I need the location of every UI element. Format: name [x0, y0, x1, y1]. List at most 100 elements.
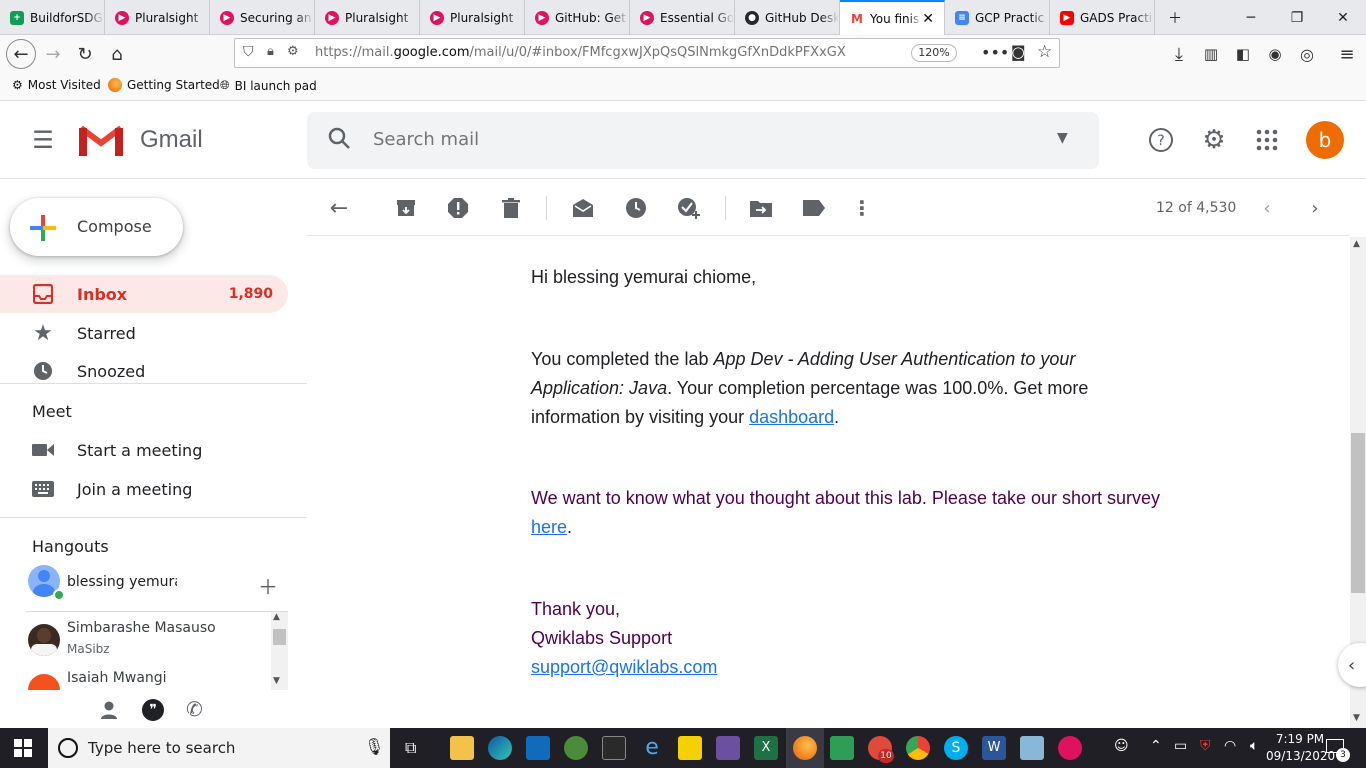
menu-icon[interactable]: ≡	[1332, 39, 1362, 69]
bookmark-star-icon[interactable]: ☆	[1037, 42, 1052, 62]
people-icon[interactable]: ☺	[1114, 738, 1129, 754]
shield-icon[interactable]: ⛉	[243, 44, 254, 60]
library-icon[interactable]: ▥	[1196, 39, 1226, 69]
apps-icon[interactable]	[1247, 120, 1287, 160]
search-icon[interactable]	[327, 126, 353, 152]
clock-time[interactable]: 7:19 PM	[1272, 732, 1328, 746]
contact-list-scrollbar[interactable]: ▲ ▼	[271, 612, 288, 690]
r-app-icon[interactable]	[602, 736, 626, 760]
bookmark-bi-launch-pad[interactable]: 🌐︎ BI launch pad	[220, 78, 317, 93]
browser-tab[interactable]: ▶ GADS Practi	[1050, 0, 1155, 35]
contacts-tab-icon[interactable]	[98, 699, 120, 721]
report-spam-icon[interactable]	[443, 193, 473, 223]
more-options-icon[interactable]: ⋮	[847, 193, 877, 223]
wifi-icon[interactable]: ◠	[1224, 738, 1236, 754]
new-tab-icon[interactable]: ＋	[1152, 0, 1198, 35]
minimize-window-icon[interactable]: ─	[1228, 0, 1274, 35]
security-icon[interactable]: ⛨	[1200, 738, 1211, 754]
bookmark-most-visited[interactable]: ⚙ Most Visited	[12, 78, 101, 92]
mark-unread-icon[interactable]	[568, 193, 598, 223]
app-icon[interactable]	[564, 736, 588, 760]
move-to-icon[interactable]	[746, 193, 776, 223]
close-tab-icon[interactable]: ✕	[922, 11, 934, 27]
join-meeting-item[interactable]: Join a meeting	[0, 470, 288, 508]
search-bar[interactable]: ▼	[307, 112, 1099, 169]
battery-icon[interactable]: ▭	[1174, 738, 1187, 754]
file-explorer-icon[interactable]	[450, 736, 474, 760]
forward-icon[interactable]: →	[38, 39, 68, 69]
app-icon[interactable]	[716, 736, 740, 760]
home-icon[interactable]: ⌂	[102, 39, 132, 69]
lock-icon[interactable]: 🔒︎	[267, 44, 274, 59]
search-options-icon[interactable]: ▼	[1057, 130, 1068, 146]
compose-button[interactable]: Compose	[10, 198, 183, 256]
browser-tab[interactable]: ▶ Securing an	[210, 0, 315, 35]
account-icon[interactable]: ◎	[1292, 39, 1322, 69]
extension-icon[interactable]: ◉	[1260, 39, 1290, 69]
newer-message-icon[interactable]: ‹	[1252, 193, 1282, 223]
downloads-icon[interactable]: ⤓	[1164, 39, 1194, 69]
settings-icon[interactable]: ⚙	[1194, 120, 1234, 160]
pluralsight-icon[interactable]	[1058, 736, 1082, 760]
browser-tab[interactable]: ≡ GCP Practic	[945, 0, 1050, 35]
firefox-taskbar-active[interactable]	[786, 728, 824, 768]
snooze-icon[interactable]	[621, 193, 651, 223]
browser-tab[interactable]: ▶ Pluralsight	[420, 0, 525, 35]
internet-explorer-icon[interactable]: e	[640, 736, 664, 760]
label-icon[interactable]	[799, 193, 829, 223]
contact-item[interactable]: Simbarashe Masauso MaSibz	[26, 620, 270, 666]
reload-icon[interactable]: ↻	[70, 39, 100, 69]
edge-icon[interactable]	[488, 736, 512, 760]
url-bar[interactable]: ⛉ 🔒︎ ⚙︎ https://mail.google.com/mail/u/0…	[234, 38, 1060, 68]
browser-tab-active[interactable]: M You finis ✕	[840, 0, 945, 35]
browser-tab[interactable]: ▶ Pluralsight	[105, 0, 210, 35]
back-icon[interactable]: ←	[6, 39, 36, 69]
app-icon[interactable]	[1020, 736, 1044, 760]
contact-item[interactable]: Isaiah Mwangi	[26, 670, 270, 690]
search-input[interactable]	[373, 129, 973, 150]
restore-window-icon[interactable]: ❐	[1274, 0, 1320, 35]
clock-date[interactable]: 09/13/2020	[1266, 749, 1335, 763]
volume-icon[interactable]: 🔈︎	[1250, 738, 1258, 754]
show-hidden-icons-icon[interactable]: ⌃	[1150, 738, 1162, 754]
older-message-icon[interactable]: ›	[1300, 193, 1330, 223]
sidebar-item-inbox[interactable]: Inbox 1,890	[0, 275, 288, 313]
avatar[interactable]: b	[1306, 121, 1344, 159]
outlook-icon[interactable]	[526, 736, 550, 760]
gmail-logo-text[interactable]: Gmail	[140, 126, 203, 154]
browser-tab[interactable]: ▶ Pluralsight	[315, 0, 420, 35]
add-hangout-icon[interactable]: ＋	[258, 571, 278, 600]
dashboard-link[interactable]: dashboard	[749, 407, 834, 427]
windows-start-icon[interactable]	[14, 739, 32, 757]
taskbar-search-box[interactable]: Type here to search 🎙︎	[48, 728, 390, 768]
browser-tab[interactable]: ▶ GitHub: Get	[525, 0, 630, 35]
permissions-icon[interactable]: ⚙︎	[287, 44, 299, 59]
pocket-icon[interactable]: ◙	[1011, 43, 1026, 61]
sticky-notes-icon[interactable]	[678, 736, 702, 760]
page-actions-icon[interactable]: •••	[981, 43, 1009, 62]
support-email-link[interactable]: support@qwiklabs.com	[531, 657, 717, 677]
conversations-tab-icon[interactable]: ❞	[142, 699, 164, 721]
start-meeting-item[interactable]: Start a meeting	[0, 431, 288, 469]
main-menu-icon[interactable]: ☰	[23, 120, 63, 160]
app-icon[interactable]	[830, 736, 854, 760]
sidebar-item-snoozed[interactable]: Snoozed	[0, 352, 288, 390]
close-window-icon[interactable]: ✕	[1320, 0, 1366, 35]
task-view-icon[interactable]: ⧉	[405, 738, 416, 758]
excel-icon[interactable]: X	[754, 736, 778, 760]
archive-icon[interactable]	[391, 193, 421, 223]
back-to-inbox-icon[interactable]: ←	[324, 193, 354, 223]
hangouts-user-name[interactable]: blessing yemurai	[67, 574, 177, 590]
delete-icon[interactable]	[496, 193, 526, 223]
chrome-icon[interactable]	[906, 736, 930, 760]
word-icon[interactable]: W	[982, 736, 1006, 760]
survey-link[interactable]: here	[531, 517, 567, 537]
bookmark-getting-started[interactable]: Getting Started	[108, 78, 220, 92]
phone-tab-icon[interactable]: ✆	[186, 697, 203, 721]
zoom-level[interactable]: 120%	[911, 44, 957, 62]
browser-tab[interactable]: ● GitHub Desk	[735, 0, 840, 35]
url-text[interactable]: https://mail.google.com/mail/u/0/#inbox/…	[315, 45, 846, 60]
microphone-icon[interactable]: 🎙︎	[364, 737, 384, 756]
browser-tab[interactable]: + BuildforSDG	[0, 0, 105, 35]
help-icon[interactable]: ?	[1141, 120, 1181, 160]
